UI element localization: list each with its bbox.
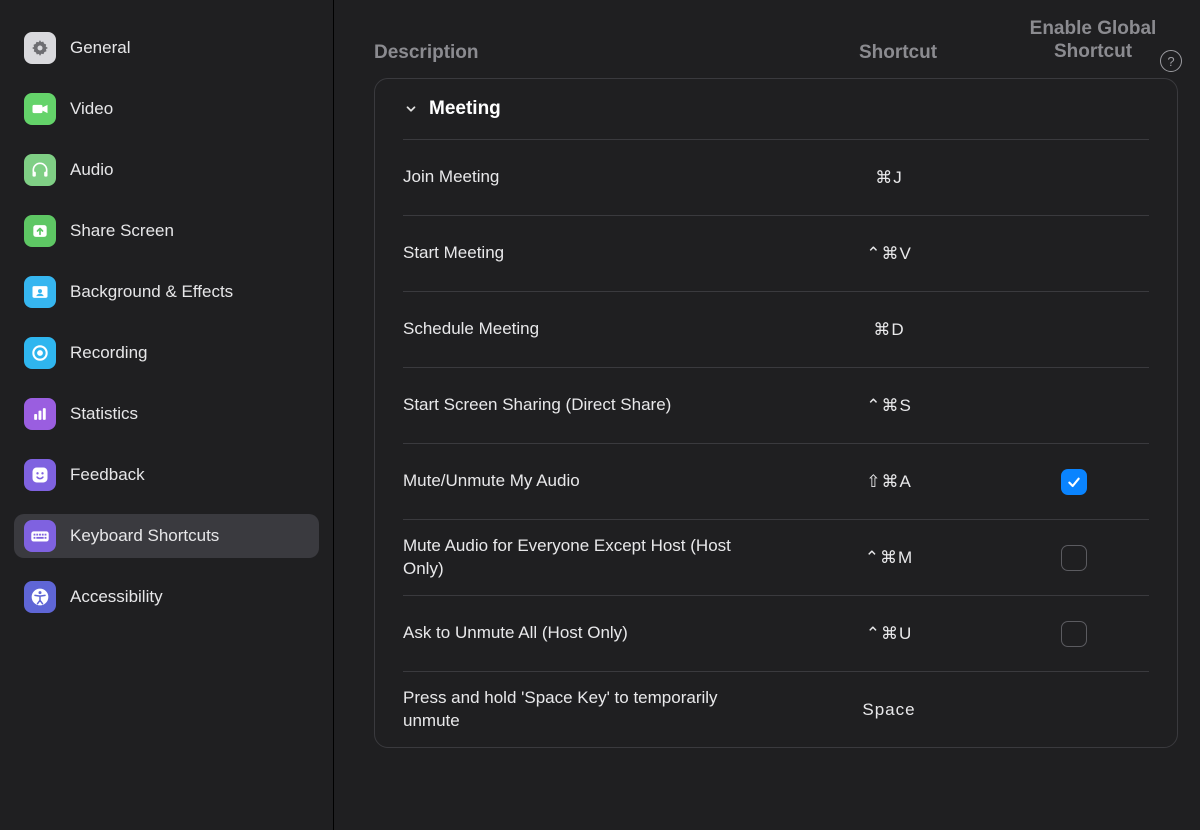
shortcut-row: Press and hold 'Space Key' to temporaril… [403,671,1149,747]
shortcut-rows: Join Meeting⌘JStart Meeting⌃⌘VSchedule M… [403,139,1149,747]
column-headers: Description Shortcut Enable Global Short… [374,0,1178,78]
shortcut-row: Ask to Unmute All (Host Only)⌃⌘U [403,595,1149,671]
shortcut-keys[interactable]: Space [779,700,999,720]
shortcut-row: Start Screen Sharing (Direct Share)⌃⌘S [403,367,1149,443]
group-title: Meeting [429,98,501,120]
sidebar-item-feedback[interactable]: Feedback [14,453,319,497]
header-description: Description [374,42,788,64]
shortcut-description: Press and hold 'Space Key' to temporaril… [403,687,779,733]
keyboard-icon [24,520,56,552]
global-shortcut-checkbox[interactable] [1061,621,1087,647]
shortcut-description: Start Meeting [403,242,779,265]
chevron-down-icon [403,101,419,117]
sidebar-item-label: Video [70,99,113,119]
sidebar-item-statistics[interactable]: Statistics [14,392,319,436]
shortcuts-panel: Meeting Join Meeting⌘JStart Meeting⌃⌘VSc… [374,78,1178,748]
sidebar-item-accessibility[interactable]: Accessibility [14,575,319,619]
shortcut-keys[interactable]: ⌘D [779,320,999,340]
shortcut-row: Join Meeting⌘J [403,139,1149,215]
shortcut-row: Mute/Unmute My Audio⇧⌘A [403,443,1149,519]
person-card-icon [24,276,56,308]
global-shortcut-checkbox[interactable] [1061,469,1087,495]
shortcut-description: Start Screen Sharing (Direct Share) [403,394,779,417]
global-shortcut-cell [999,545,1149,571]
group-meeting-header[interactable]: Meeting [403,79,1149,139]
global-shortcut-checkbox[interactable] [1061,545,1087,571]
smile-icon [24,459,56,491]
sidebar-item-label: General [70,38,130,58]
video-icon [24,93,56,125]
shortcut-description: Mute/Unmute My Audio [403,470,779,493]
settings-window: General Video Audio Share Screen Background … [0,0,1200,830]
global-shortcut-cell [999,469,1149,495]
accessibility-icon [24,581,56,613]
shortcut-row: Schedule Meeting⌘D [403,291,1149,367]
shortcut-row: Mute Audio for Everyone Except Host (Hos… [403,519,1149,595]
shortcut-description: Mute Audio for Everyone Except Host (Hos… [403,535,779,581]
sidebar-item-keyboard-shortcuts[interactable]: Keyboard Shortcuts [14,514,319,558]
sidebar-item-background-effects[interactable]: Background & Effects [14,270,319,314]
headphones-icon [24,154,56,186]
sidebar-item-video[interactable]: Video [14,87,319,131]
shortcut-description: Schedule Meeting [403,318,779,341]
gear-icon [24,32,56,64]
sidebar-item-audio[interactable]: Audio [14,148,319,192]
sidebar-item-share-screen[interactable]: Share Screen [14,209,319,253]
shortcut-keys[interactable]: ⌃⌘U [779,624,999,644]
sidebar-item-label: Background & Effects [70,282,233,302]
record-icon [24,337,56,369]
shortcut-keys[interactable]: ⌘J [779,168,999,188]
header-shortcut: Shortcut [788,42,1008,64]
shortcut-description: Join Meeting [403,166,779,189]
sidebar-item-label: Accessibility [70,587,163,607]
global-shortcut-cell [999,621,1149,647]
sidebar-item-label: Keyboard Shortcuts [70,526,219,546]
keyboard-shortcuts-pane: Description Shortcut Enable Global Short… [334,0,1200,830]
sidebar-item-label: Feedback [70,465,145,485]
bar-chart-icon [24,398,56,430]
sidebar-item-label: Audio [70,160,113,180]
shortcut-description: Ask to Unmute All (Host Only) [403,622,779,645]
shortcut-keys[interactable]: ⇧⌘A [779,472,999,492]
share-up-icon [24,215,56,247]
sidebar-item-general[interactable]: General [14,26,319,70]
shortcut-row: Start Meeting⌃⌘V [403,215,1149,291]
sidebar-item-label: Statistics [70,404,138,424]
settings-sidebar: General Video Audio Share Screen Background … [0,0,334,830]
shortcut-keys[interactable]: ⌃⌘V [779,244,999,264]
sidebar-item-label: Recording [70,343,148,363]
shortcut-keys[interactable]: ⌃⌘M [779,548,999,568]
shortcut-keys[interactable]: ⌃⌘S [779,396,999,416]
header-enable-global: Enable Global Shortcut [1008,17,1178,65]
sidebar-item-recording[interactable]: Recording [14,331,319,375]
help-icon[interactable]: ? [1160,50,1182,72]
sidebar-item-label: Share Screen [70,221,174,241]
